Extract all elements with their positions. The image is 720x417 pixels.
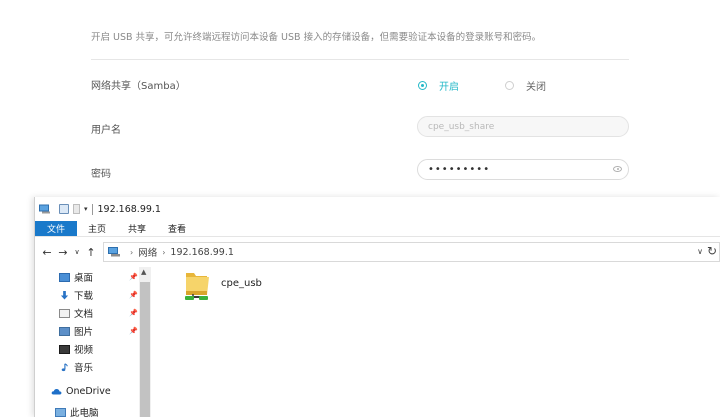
nav-item-videos[interactable]: 视频 (59, 341, 93, 357)
recent-locations-chevron-icon[interactable]: ∨ (71, 248, 83, 256)
address-bar[interactable]: › 网络 › 192.168.99.1 ∨ ↻ (103, 242, 720, 262)
tab-share[interactable]: 共享 (117, 221, 157, 236)
username-placeholder: cpe_usb_share (428, 121, 495, 132)
nav-item-this-pc[interactable]: 此电脑 (55, 404, 99, 417)
tab-view[interactable]: 查看 (157, 221, 197, 236)
file-explorer-window: ▾ 192.168.99.1 文件 主页 共享 查看 ← → ∨ ↑ › 网络 … (34, 197, 720, 417)
shared-folder-item[interactable]: cpe_usb (183, 269, 262, 303)
usb-share-settings-panel: 开启 USB 共享，可允许终端远程访问本设备 USB 接入的存储设备，但需要验证… (0, 0, 720, 200)
onedrive-icon (51, 388, 62, 394)
scroll-up-arrow-icon[interactable]: ▲ (141, 268, 146, 276)
samba-off-radio[interactable]: 关闭 (505, 78, 546, 93)
address-row: ← → ∨ ↑ › 网络 › 192.168.99.1 ∨ ↻ (35, 237, 720, 267)
scrollbar-thumb[interactable] (140, 282, 150, 417)
shared-folder-icon (185, 273, 209, 300)
forward-arrow-icon[interactable]: → (55, 246, 71, 259)
nav-item-downloads[interactable]: 下载 (59, 287, 93, 303)
back-arrow-icon[interactable]: ← (39, 246, 55, 259)
breadcrumb-chevron-icon[interactable]: › (130, 248, 133, 257)
password-input[interactable]: ••••••••• (417, 159, 629, 180)
pin-icon[interactable]: 📌 (129, 327, 138, 335)
ribbon-tabs: 文件 主页 共享 查看 (35, 221, 720, 237)
nav-item-label: 文档 (74, 309, 94, 320)
nav-item-label: 音乐 (74, 363, 94, 374)
radio-selected-icon (418, 81, 427, 90)
nav-item-onedrive[interactable]: OneDrive (51, 383, 111, 399)
explorer-body: 桌面 📌 下载 📌 文档 📌 图片 📌 视频 音乐 OneDrive 此电脑 ▲… (35, 267, 720, 417)
window-title: 192.168.99.1 (97, 203, 161, 215)
customize-toolbar-chevron-icon[interactable]: ▾ (84, 205, 88, 213)
nav-item-documents[interactable]: 文档 (59, 305, 93, 321)
username-input[interactable]: cpe_usb_share (417, 116, 629, 137)
password-value: ••••••••• (428, 164, 491, 175)
this-pc-icon (55, 407, 66, 417)
title-bar: ▾ 192.168.99.1 (35, 197, 720, 221)
nav-item-label: 下载 (74, 291, 94, 302)
nav-item-label: OneDrive (66, 385, 111, 397)
folder-name: cpe_usb (221, 278, 262, 289)
nav-item-label: 视频 (74, 345, 94, 356)
pin-icon[interactable]: 📌 (129, 291, 138, 299)
nav-item-pictures[interactable]: 图片 (59, 323, 93, 339)
eye-icon[interactable] (613, 166, 622, 172)
nav-item-desktop[interactable]: 桌面 (59, 269, 93, 285)
quick-access-properties-icon[interactable] (59, 204, 69, 214)
password-label: 密码 (91, 169, 111, 180)
address-dropdown-chevron-icon[interactable]: ∨ (697, 247, 703, 256)
samba-on-label: 开启 (439, 82, 459, 93)
nav-item-label: 桌面 (74, 273, 94, 284)
tab-file[interactable]: 文件 (35, 221, 77, 236)
pin-icon[interactable]: 📌 (129, 309, 138, 317)
navigation-pane: 桌面 📌 下载 📌 文档 📌 图片 📌 视频 音乐 OneDrive 此电脑 ▲ (35, 267, 153, 417)
tab-home[interactable]: 主页 (77, 221, 117, 236)
usb-share-intro-text: 开启 USB 共享，可允许终端远程访问本设备 USB 接入的存储设备，但需要验证… (91, 32, 542, 43)
title-separator (91, 203, 93, 215)
nav-pane-scrollbar[interactable]: ▲ (139, 267, 151, 417)
breadcrumb-network[interactable]: 网络 (138, 245, 157, 259)
up-arrow-icon[interactable]: ↑ (83, 246, 99, 259)
pictures-icon (59, 326, 70, 336)
breadcrumb-chevron-icon[interactable]: › (162, 248, 165, 257)
samba-off-label: 关闭 (526, 82, 546, 93)
samba-label: 网络共享（Samba） (91, 81, 186, 92)
refresh-icon[interactable]: ↻ (707, 244, 717, 258)
network-folder-icon (39, 204, 50, 214)
nav-item-label: 此电脑 (70, 408, 99, 417)
divider (91, 59, 629, 60)
file-list-area: cpe_usb (153, 267, 720, 417)
pin-icon[interactable]: 📌 (129, 273, 138, 281)
videos-icon (59, 344, 70, 354)
desktop-icon (59, 272, 70, 282)
username-label: 用户名 (91, 125, 121, 136)
documents-icon (59, 308, 70, 318)
samba-on-radio[interactable]: 开启 (418, 78, 459, 93)
radio-unselected-icon (505, 81, 514, 90)
breadcrumb-host[interactable]: 192.168.99.1 (170, 247, 233, 258)
nav-item-label: 图片 (74, 327, 94, 338)
music-icon (61, 362, 68, 371)
network-location-icon (108, 247, 120, 257)
nav-item-music[interactable]: 音乐 (59, 359, 93, 375)
quick-access-new-folder-icon[interactable] (73, 204, 80, 214)
download-icon (60, 290, 69, 300)
